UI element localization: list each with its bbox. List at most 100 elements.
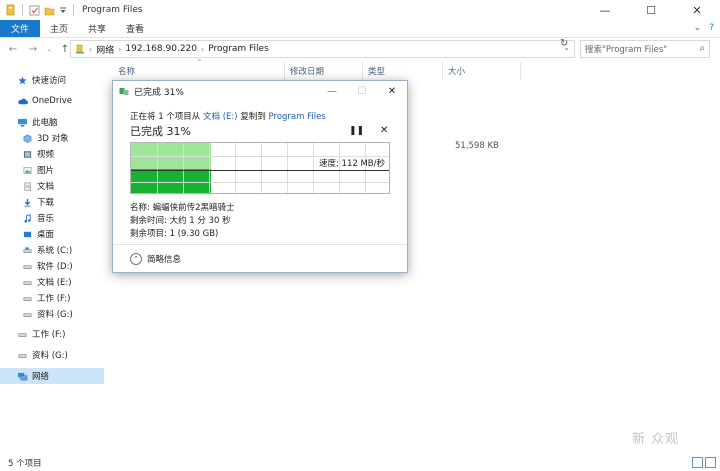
chevron-up-icon: ⌃ (130, 253, 142, 265)
sidebar-item-pictures[interactable]: 图片 (0, 162, 104, 178)
sidebar-item-videos[interactable]: 视频 (0, 146, 104, 162)
maximize-button[interactable]: ☐ (628, 0, 674, 20)
details-view-icon[interactable] (692, 457, 703, 468)
column-divider[interactable] (362, 62, 363, 80)
items-remaining: 剩余项目: 1 (9.30 GB) (130, 229, 219, 239)
dialog-close-button[interactable]: ✕ (377, 81, 407, 101)
dialog-title: 已完成 31% (134, 87, 184, 98)
status-bar: 5 个项目 (0, 454, 720, 471)
sidebar-item-drive-e[interactable]: 文档 (E:) (0, 274, 104, 290)
picture-icon (23, 166, 32, 174)
dialog-divider (113, 244, 407, 245)
drive-icon (18, 332, 27, 337)
time-remaining: 剩余时间: 大约 1 分 30 秒 (130, 216, 231, 226)
network-location-icon (76, 44, 84, 54)
column-type[interactable]: 类型 (368, 65, 385, 77)
less-details-button[interactable]: ⌃ 简略信息 (130, 253, 181, 265)
large-icons-view-icon[interactable] (705, 457, 716, 468)
breadcrumb-separator[interactable]: › (89, 45, 92, 54)
drive-icon (23, 296, 32, 301)
sidebar-item-network[interactable]: 网络 (0, 368, 104, 384)
search-box[interactable]: 搜索"Program Files" ⌕ (580, 40, 710, 58)
sidebar-item-documents[interactable]: 文档 (0, 178, 104, 194)
sidebar-item-3d-objects[interactable]: 3D 对象 (0, 130, 104, 146)
sidebar-item-drive-g-root[interactable]: 资料 (G:) (0, 347, 104, 363)
address-row: ← → ⌄ ↑ › 网络 › 192.168.90.220 › Program … (0, 38, 720, 60)
sidebar-item-drive-g[interactable]: 资料 (G:) (0, 306, 104, 322)
column-name[interactable]: 名称 (118, 65, 135, 77)
column-modified[interactable]: 修改日期 (290, 65, 324, 77)
help-icon[interactable]: ? (709, 23, 714, 33)
column-divider[interactable] (520, 62, 521, 80)
drive-icon (23, 312, 32, 317)
sidebar-item-downloads[interactable]: 下载 (0, 194, 104, 210)
breadcrumb-separator[interactable]: › (118, 45, 121, 54)
file-size-value: 51,598 KB (455, 141, 499, 151)
quick-access-dropdown-icon[interactable] (59, 5, 67, 16)
back-arrow-icon[interactable]: ← (6, 44, 20, 55)
graph-grid (209, 143, 210, 193)
close-button[interactable]: ✕ (674, 0, 720, 20)
sidebar-item-drive-f[interactable]: 工作 (F:) (0, 290, 104, 306)
search-icon[interactable]: ⌕ (699, 43, 705, 54)
sidebar-item-music[interactable]: 音乐 (0, 210, 104, 226)
sidebar-item-this-pc[interactable]: 此电脑 (0, 114, 104, 130)
tab-view[interactable]: 查看 (116, 20, 154, 37)
refresh-icon[interactable]: ↻ (560, 38, 568, 49)
pc-icon (18, 118, 27, 126)
tab-share[interactable]: 共享 (78, 20, 116, 37)
network-icon (18, 372, 28, 380)
graph-grid (261, 143, 262, 193)
graph-grid (131, 182, 389, 183)
graph-grid (235, 143, 236, 193)
column-header-row: 名称 修改日期 类型 大小 (110, 62, 720, 80)
column-divider[interactable] (442, 62, 443, 80)
music-icon (24, 213, 31, 222)
column-divider[interactable] (284, 62, 285, 80)
drive-icon (23, 246, 32, 253)
recent-locations-icon[interactable]: ⌄ (42, 45, 56, 53)
speed-line (131, 170, 389, 171)
column-size[interactable]: 大小 (448, 65, 465, 77)
pause-button[interactable]: ❚❚ (349, 126, 364, 136)
breadcrumb-network[interactable]: 网络 (96, 43, 114, 56)
sidebar-item-drive-d[interactable]: 软件 (D:) (0, 258, 104, 274)
forward-arrow-icon[interactable]: → (26, 44, 40, 55)
sidebar-item-drive-f-root[interactable]: 工作 (F:) (0, 326, 104, 342)
new-folder-icon[interactable] (44, 5, 55, 16)
breadcrumb-host[interactable]: 192.168.90.220 (125, 44, 197, 54)
properties-icon[interactable] (29, 5, 40, 16)
destination-link[interactable]: Program Files (269, 112, 326, 122)
progress-percent-label: 已完成 31% (130, 125, 191, 138)
cancel-button[interactable]: ✕ (380, 125, 388, 136)
breadcrumb-separator[interactable]: › (201, 45, 204, 54)
title-bar: Program Files — ☐ ✕ (0, 0, 720, 20)
drive-icon (23, 264, 32, 269)
tab-home[interactable]: 主页 (40, 20, 78, 37)
copy-icon (119, 88, 129, 95)
copy-description: 正在将 1 个项目从 文档 (E:) 复制到 Program Files (130, 112, 326, 122)
sidebar-item-onedrive[interactable]: OneDrive (0, 93, 104, 109)
breadcrumb-program-files[interactable]: Program Files (208, 44, 269, 54)
dialog-maximize-button[interactable]: ☐ (347, 81, 377, 101)
desktop-icon (23, 231, 32, 237)
tab-file[interactable]: 文件 (0, 20, 41, 37)
transfer-speed: 速度: 112 MB/秒 (318, 159, 385, 169)
graph-grid (157, 143, 158, 193)
sidebar-item-drive-c[interactable]: 系统 (C:) (0, 242, 104, 258)
graph-grid (313, 143, 314, 193)
expand-ribbon-icon[interactable]: ⌄ (694, 23, 702, 33)
sidebar-item-desktop[interactable]: 桌面 (0, 226, 104, 242)
sidebar-item-quick-access[interactable]: 快速访问 (0, 72, 104, 88)
graph-grid (183, 143, 184, 193)
item-name: 名称: 蝙蝠侠前传2黑暗骑士 (130, 203, 235, 213)
minimize-button[interactable]: — (582, 0, 628, 20)
ribbon-tabs: 文件 主页 共享 查看 ⌄ ? (0, 20, 720, 38)
cube-icon (23, 134, 32, 143)
address-bar[interactable]: › 网络 › 192.168.90.220 › Program Files ⌄ (70, 40, 575, 58)
video-icon (23, 150, 32, 158)
graph-grid (287, 143, 288, 193)
copy-progress-dialog: 已完成 31% — ☐ ✕ 正在将 1 个项目从 文档 (E:) 复制到 Pro… (112, 80, 408, 273)
source-link[interactable]: 文档 (E:) (203, 112, 238, 122)
dialog-minimize-button[interactable]: — (317, 81, 347, 101)
